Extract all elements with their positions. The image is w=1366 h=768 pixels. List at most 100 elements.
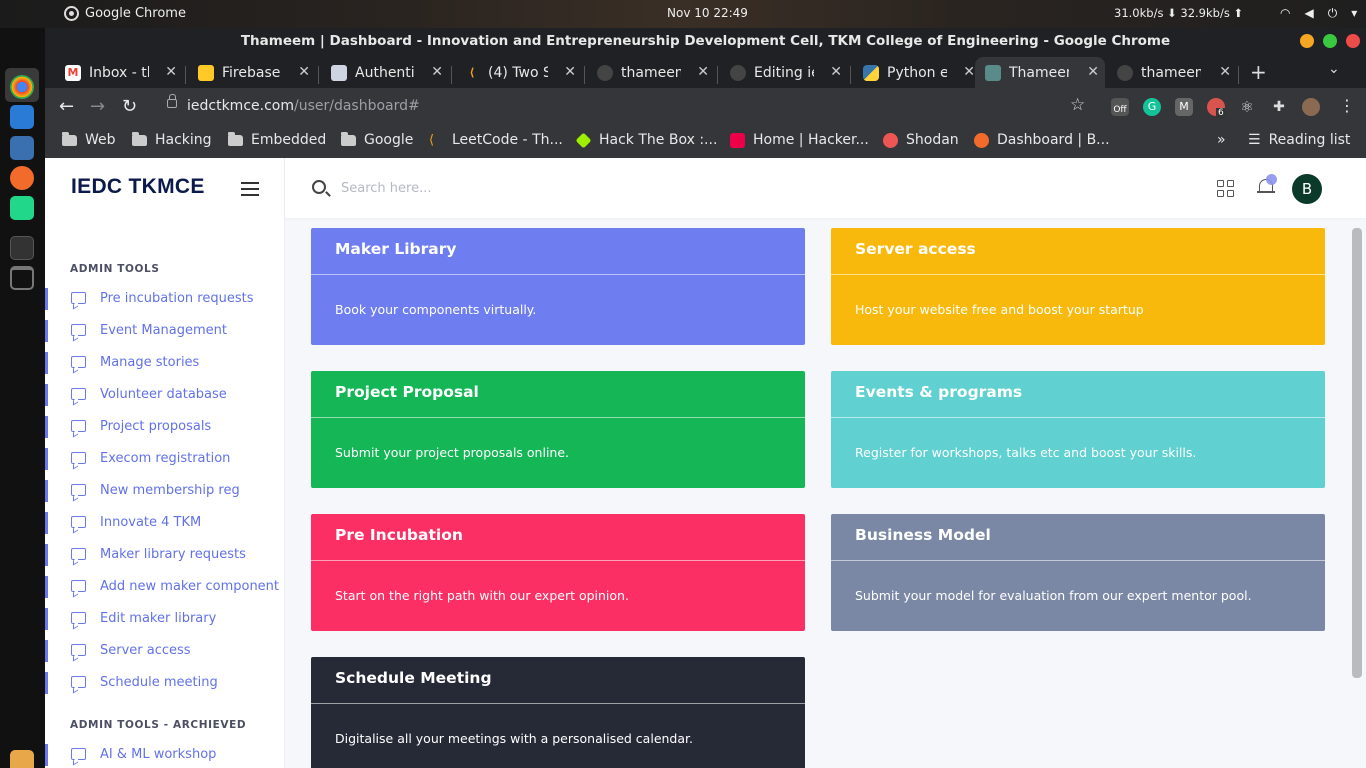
sidebar-item-manage-stories[interactable]: Manage stories [45, 350, 285, 376]
search-input[interactable] [341, 177, 741, 199]
tab[interactable]: Authenticc ✕ [321, 57, 449, 88]
apps-grid-icon[interactable] [10, 750, 34, 768]
notification-bell-icon[interactable] [1257, 174, 1277, 195]
maximize-button[interactable] [1323, 34, 1337, 48]
clock[interactable]: Nov 10 22:49 [667, 6, 748, 20]
screenshot-icon[interactable] [10, 136, 34, 160]
sidebar-item-pre-incubation-requests[interactable]: Pre incubation requests [45, 286, 285, 312]
sidebar-item-volunteer-database[interactable]: Volunteer database [45, 382, 285, 408]
chrome-app-icon [64, 6, 79, 21]
card-business-model[interactable]: Business Model Submit your model for eva… [831, 514, 1325, 631]
close-icon[interactable]: ✕ [1219, 64, 1231, 80]
chrome-icon[interactable] [10, 75, 34, 99]
new-tab-button[interactable]: + [1250, 60, 1267, 84]
bookmark-folder[interactable]: Hacking [132, 131, 212, 148]
chat-icon [71, 676, 86, 688]
bookmark-link[interactable]: ⟨ LeetCode - Th... [429, 132, 563, 148]
sidebar-item-execom-registration[interactable]: Execom registration [45, 446, 285, 472]
card-description: Digitalise all your meetings with a pers… [335, 731, 693, 746]
page-scrollbar[interactable] [1352, 228, 1362, 678]
grammarly-icon[interactable]: G [1143, 98, 1161, 116]
bookmark-link[interactable]: Dashboard | B... [974, 132, 1110, 148]
card-maker-library[interactable]: Maker Library Book your components virtu… [311, 228, 805, 345]
user-avatar[interactable]: B [1292, 174, 1322, 204]
card-schedule-meeting[interactable]: Schedule Meeting Digitalise all your mee… [311, 657, 805, 768]
chrome-menu-icon[interactable]: ⋮ [1339, 96, 1355, 115]
sidebar-item-edit-maker-library[interactable]: Edit maker library [45, 606, 285, 632]
compass-icon[interactable] [10, 166, 34, 190]
terminal-icon[interactable] [10, 236, 34, 260]
bookmark-link[interactable]: Hack The Box :... [575, 132, 717, 148]
tab-label: thameem [621, 64, 681, 81]
bookmark-label: Google [364, 132, 414, 148]
close-icon[interactable]: ✕ [431, 64, 443, 80]
card-pre-incubation[interactable]: Pre Incubation Start on the right path w… [311, 514, 805, 631]
wifi-icon[interactable]: ◠ [1280, 6, 1290, 21]
tab[interactable]: ⟨ (4) Two Su ✕ [454, 57, 582, 88]
back-button[interactable]: ← [59, 96, 74, 117]
close-icon[interactable]: ✕ [564, 64, 576, 80]
card-server-access[interactable]: Server access Host your website free and… [831, 228, 1325, 345]
sidebar-item-event-management[interactable]: Event Management [45, 318, 285, 344]
sidebar-item-schedule-meeting[interactable]: Schedule meeting [45, 670, 285, 696]
sidebar-item-server-access[interactable]: Server access [45, 638, 285, 664]
chevron-down-icon[interactable]: ▾ [1351, 6, 1357, 21]
url-text[interactable]: iedctkmce.com/user/dashboard# [187, 98, 420, 114]
reload-button[interactable]: ↻ [122, 96, 137, 117]
lock-icon[interactable] [167, 94, 177, 108]
sidebar-item-new-membership-reg[interactable]: New membership reg [45, 478, 285, 504]
close-icon[interactable]: ✕ [963, 64, 975, 80]
python-icon [863, 64, 879, 81]
pycharm-icon[interactable] [10, 196, 34, 220]
reading-list-button[interactable]: ☰ Reading list [1248, 132, 1350, 148]
system-tray[interactable]: ◠ ◀ ⏻ ▾ [1280, 6, 1357, 21]
tab[interactable]: Python en ✕ [853, 57, 981, 88]
close-icon[interactable]: ✕ [830, 64, 842, 80]
card-events-programs[interactable]: Events & programs Register for workshops… [831, 371, 1325, 488]
power-icon[interactable]: ⏻ [1328, 6, 1338, 21]
tab-label: Python en [887, 64, 947, 81]
close-icon[interactable]: ✕ [697, 64, 709, 80]
close-icon[interactable]: ✕ [1087, 64, 1099, 80]
card-project-proposal[interactable]: Project Proposal Submit your project pro… [311, 371, 805, 488]
sidebar-item-add-new-maker-component[interactable]: Add new maker component [45, 574, 285, 600]
volume-icon[interactable]: ◀ [1304, 6, 1313, 21]
tab[interactable]: thameem ✕ [587, 57, 715, 88]
active-app-menu[interactable]: Google Chrome [64, 6, 186, 21]
brand-logo[interactable]: IEDC TKMCE [71, 175, 205, 199]
bookmark-folder[interactable]: Embedded [228, 131, 326, 148]
sidebar-item-maker-library-requests[interactable]: Maker library requests [45, 542, 285, 568]
bookmark-star-icon[interactable]: ☆ [1070, 95, 1085, 115]
more-bookmarks-chevron-icon[interactable]: » [1217, 132, 1226, 148]
arrow-down-icon: ⬇ [1167, 6, 1181, 20]
sidebar-item-innovate-4-tkm[interactable]: Innovate 4 TKM [45, 510, 285, 536]
bookmark-folder[interactable]: Google [341, 131, 414, 148]
extension-off-icon[interactable]: Off [1111, 98, 1129, 116]
close-icon[interactable]: ✕ [165, 64, 177, 80]
sidebar-item-project-proposals[interactable]: Project proposals [45, 414, 285, 440]
hamburger-menu-icon[interactable] [241, 182, 259, 196]
card-title: Server access [855, 240, 976, 258]
sidebar-item-ai-ml-workshop[interactable]: AI & ML workshop [45, 742, 285, 768]
forward-button[interactable]: → [90, 96, 105, 117]
profile-avatar[interactable] [1302, 98, 1320, 116]
close-icon[interactable]: ✕ [298, 64, 310, 80]
apps-grid-icon[interactable] [1217, 180, 1234, 197]
extension-m-icon[interactable]: M [1175, 98, 1193, 116]
tab[interactable]: M Inbox - tha ✕ [55, 57, 183, 88]
tab[interactable]: thameem ✕ [1107, 57, 1237, 88]
tab-active[interactable]: Thameem ✕ [975, 57, 1105, 88]
tab[interactable]: Firebase c ✕ [188, 57, 316, 88]
react-devtools-icon[interactable]: ⚛ [1238, 98, 1256, 116]
search-icon[interactable] [312, 180, 326, 194]
bookmark-folder[interactable]: Web [62, 131, 116, 148]
bookmark-link[interactable]: Shodan [883, 132, 959, 148]
bookmark-link[interactable]: Home | Hacker... [730, 132, 869, 148]
trash-icon[interactable] [10, 266, 34, 290]
tab[interactable]: Editing ie ✕ [720, 57, 848, 88]
finder-icon[interactable] [10, 105, 34, 129]
close-window-button[interactable] [1346, 34, 1360, 48]
minimize-button[interactable] [1300, 34, 1314, 48]
extensions-puzzle-icon[interactable]: ✚ [1270, 98, 1288, 116]
tab-search-chevron-icon[interactable]: ⌄ [1328, 61, 1340, 77]
